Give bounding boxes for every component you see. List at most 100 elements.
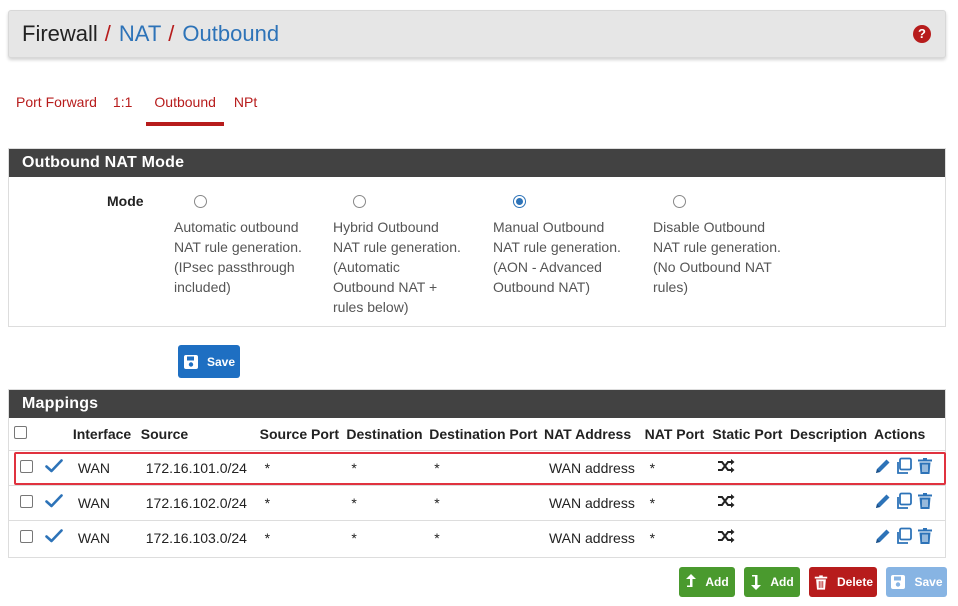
save-mode-button[interactable]: Save bbox=[178, 345, 240, 378]
col-static-port[interactable]: Static Port bbox=[712, 418, 790, 450]
breadcrumb-separator: / bbox=[168, 21, 175, 46]
copy-icon[interactable] bbox=[895, 492, 913, 513]
delete-icon[interactable] bbox=[916, 457, 934, 478]
row-checkbox[interactable] bbox=[20, 529, 33, 543]
col-actions: Actions bbox=[873, 425, 926, 442]
cell-source: 172.16.101.0/24 bbox=[145, 459, 247, 476]
mode-option-hybrid: Hybrid Outbound NAT rule generation. (Au… bbox=[333, 195, 483, 317]
table-header: Interface Source Source Port Destination… bbox=[9, 418, 945, 450]
cell-source-port: * bbox=[264, 459, 271, 476]
breadcrumb-outbound[interactable]: Outbound bbox=[182, 21, 279, 47]
cell-destination: * bbox=[351, 494, 357, 511]
copy-icon[interactable] bbox=[895, 527, 913, 548]
add-button-label: Add bbox=[705, 575, 729, 589]
tab-npt[interactable]: NPt bbox=[226, 86, 265, 126]
outbound-nat-mode-panel: Outbound NAT Mode Mode Automatic outboun… bbox=[8, 148, 946, 327]
breadcrumb: Firewall / NAT / Outbound ? bbox=[8, 10, 946, 58]
col-description[interactable]: Description bbox=[790, 418, 874, 450]
delete-button-label: Delete bbox=[836, 575, 874, 589]
panel-title: Outbound NAT Mode bbox=[9, 149, 945, 177]
col-source[interactable]: Source bbox=[141, 418, 260, 450]
tab-outbound[interactable]: Outbound bbox=[146, 86, 224, 126]
row-checkbox[interactable] bbox=[20, 459, 33, 473]
cell-destination: * bbox=[351, 529, 357, 546]
cell-nat-port: * bbox=[649, 529, 656, 546]
nat-tabs: Port Forward 1:1 Outbound NPt bbox=[8, 86, 265, 128]
row-checkbox[interactable] bbox=[20, 494, 33, 508]
col-nat-port[interactable]: NAT Port bbox=[645, 418, 713, 450]
table-row[interactable]: WAN 172.16.103.0/24 * * * WAN address * bbox=[9, 520, 945, 555]
col-source-port[interactable]: Source Port bbox=[260, 418, 347, 450]
cell-source-port: * bbox=[264, 494, 271, 511]
col-destination[interactable]: Destination bbox=[346, 418, 429, 450]
trash-icon bbox=[813, 574, 829, 591]
cell-description bbox=[790, 485, 874, 520]
save-icon bbox=[183, 354, 199, 370]
cell-source-port: * bbox=[264, 529, 271, 546]
col-destination-port[interactable]: Destination Port bbox=[429, 418, 544, 450]
radio-manual[interactable] bbox=[513, 195, 526, 208]
cell-source: 172.16.102.0/24 bbox=[145, 494, 247, 511]
col-interface[interactable]: Interface bbox=[73, 418, 141, 450]
check-icon[interactable] bbox=[45, 485, 73, 520]
col-nat-address[interactable]: NAT Address bbox=[544, 418, 645, 450]
help-icon[interactable]: ? bbox=[913, 25, 931, 43]
cell-interface: WAN bbox=[77, 459, 110, 476]
random-icon bbox=[712, 520, 790, 555]
mode-option-text: Disable Outbound NAT rule generation. (N… bbox=[653, 219, 781, 295]
panel-title: Mappings bbox=[9, 390, 945, 418]
check-icon[interactable] bbox=[45, 520, 73, 555]
cell-source: 172.16.103.0/24 bbox=[145, 529, 247, 546]
radio-automatic[interactable] bbox=[194, 195, 207, 208]
save-rules-button[interactable]: Save bbox=[886, 567, 947, 597]
mode-option-disable: Disable Outbound NAT rule generation. (N… bbox=[653, 195, 803, 297]
cell-nat-address: WAN address bbox=[548, 494, 635, 511]
mode-option-text: Hybrid Outbound NAT rule generation. (Au… bbox=[333, 219, 461, 315]
cell-description bbox=[790, 450, 874, 485]
delete-icon[interactable] bbox=[916, 527, 934, 548]
radio-hybrid[interactable] bbox=[353, 195, 366, 208]
breadcrumb-firewall[interactable]: Firewall bbox=[22, 21, 98, 47]
save-button-label: Save bbox=[914, 575, 943, 589]
mappings-table: Interface Source Source Port Destination… bbox=[9, 418, 945, 555]
tab-port-forward[interactable]: Port Forward bbox=[8, 86, 105, 126]
mode-label: Mode bbox=[107, 193, 144, 209]
cell-interface: WAN bbox=[77, 529, 110, 546]
random-icon bbox=[712, 450, 790, 485]
radio-disable[interactable] bbox=[673, 195, 686, 208]
cell-destination-port: * bbox=[434, 459, 440, 476]
check-icon[interactable] bbox=[45, 450, 73, 485]
delete-icon[interactable] bbox=[916, 492, 934, 513]
table-row[interactable]: WAN 172.16.101.0/24 * * * WAN address * bbox=[9, 450, 945, 485]
add-rule-bottom-button[interactable]: Add bbox=[744, 567, 800, 597]
cell-destination-port: * bbox=[434, 529, 440, 546]
mode-option-manual: Manual Outbound NAT rule generation. (AO… bbox=[493, 195, 643, 297]
copy-icon[interactable] bbox=[895, 457, 913, 478]
cell-destination-port: * bbox=[434, 494, 440, 511]
breadcrumb-separator: / bbox=[104, 21, 111, 46]
select-all-checkbox[interactable] bbox=[14, 425, 27, 439]
random-icon bbox=[712, 485, 790, 520]
add-rule-top-button[interactable]: Add bbox=[679, 567, 735, 597]
cell-nat-address: WAN address bbox=[548, 529, 635, 546]
cell-nat-address: WAN address bbox=[548, 459, 635, 476]
cell-description bbox=[790, 520, 874, 555]
cell-nat-port: * bbox=[649, 494, 656, 511]
cell-destination: * bbox=[351, 459, 357, 476]
save-button-label: Save bbox=[206, 354, 236, 369]
save-icon bbox=[890, 574, 906, 590]
tab-one-to-one[interactable]: 1:1 bbox=[105, 86, 140, 126]
arrow-up-icon bbox=[685, 573, 697, 591]
arrow-down-icon bbox=[750, 573, 762, 591]
breadcrumb-nat[interactable]: NAT bbox=[119, 21, 161, 47]
mode-option-text: Automatic outbound NAT rule generation. … bbox=[174, 219, 302, 295]
edit-icon[interactable] bbox=[874, 492, 892, 513]
table-row[interactable]: WAN 172.16.102.0/24 * * * WAN address * bbox=[9, 485, 945, 520]
mappings-panel: Mappings Interface Source Source Port De… bbox=[8, 389, 946, 558]
edit-icon[interactable] bbox=[874, 457, 892, 478]
cell-interface: WAN bbox=[77, 494, 110, 511]
edit-icon[interactable] bbox=[874, 527, 892, 548]
cell-nat-port: * bbox=[649, 459, 656, 476]
add-button-label: Add bbox=[770, 575, 794, 589]
delete-button[interactable]: Delete bbox=[809, 567, 877, 597]
